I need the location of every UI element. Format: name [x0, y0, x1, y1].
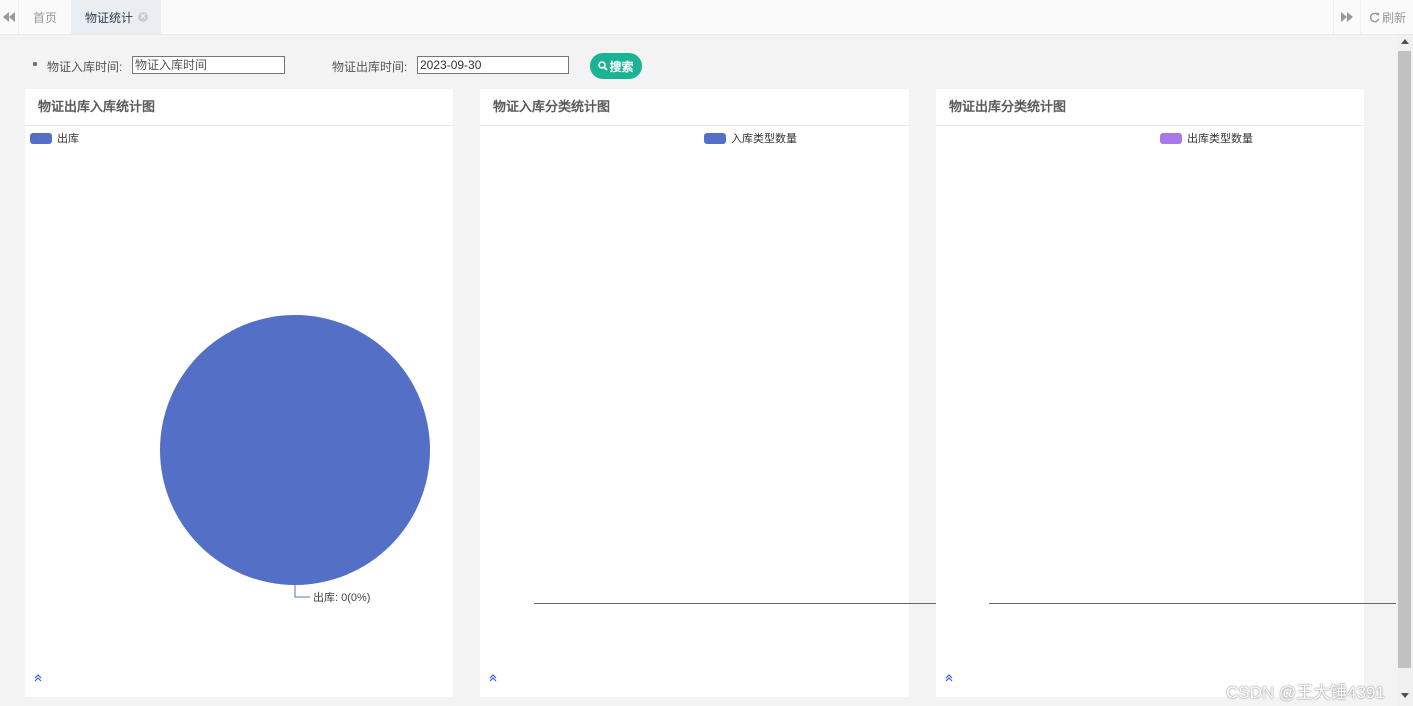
- double-up-arrow-icon[interactable]: [489, 674, 497, 685]
- legend-label: 出库类型数量: [1187, 133, 1253, 145]
- search-button-label: 搜索: [609, 59, 634, 74]
- tab-scroll-right-button[interactable]: [1333, 0, 1360, 34]
- refresh-label: 刷新: [1381, 10, 1406, 25]
- chart-axis-line: [989, 603, 1396, 604]
- legend-swatch: [704, 132, 726, 144]
- panel-title: 物证出库入库统计图: [25, 89, 453, 126]
- search-button[interactable]: 搜索: [590, 53, 642, 79]
- in-date-label: 物证入库时间:: [47, 60, 123, 74]
- pie-data-label: 出库: 0(0%): [313, 590, 370, 604]
- tab-home[interactable]: 首页: [19, 0, 71, 34]
- legend-label: 入库类型数量: [731, 133, 797, 145]
- panel-out-category-stats: 物证出库分类统计图 出库类型数量: [936, 89, 1364, 697]
- chart-legend[interactable]: 入库类型数量: [704, 130, 797, 146]
- panel-title: 物证出库分类统计图: [936, 89, 1364, 126]
- legend-swatch: [1160, 132, 1182, 144]
- double-up-arrow-icon[interactable]: [945, 674, 953, 685]
- tab-evidence-stats[interactable]: 物证统计 ✕: [71, 0, 161, 34]
- pie-label-line: [294, 585, 310, 598]
- panel-in-category-stats: 物证入库分类统计图 入库类型数量: [480, 89, 909, 697]
- tab-scroll-left-button[interactable]: [0, 0, 19, 34]
- chart-axis-line: [534, 603, 936, 604]
- close-icon[interactable]: ✕: [138, 12, 149, 22]
- tab-home-label: 首页: [33, 10, 58, 25]
- search-form: 物证入库时间: 物证出库时间: 搜索: [0, 52, 900, 79]
- search-icon: [598, 61, 609, 71]
- vertical-scrollbar[interactable]: [1397, 35, 1413, 706]
- double-up-arrow-icon[interactable]: [34, 674, 42, 685]
- list-bullet: [33, 62, 37, 66]
- pie-slice[interactable]: [160, 315, 430, 585]
- out-date-input[interactable]: [417, 56, 569, 74]
- pie-chart: 出库: 0(0%): [160, 315, 430, 604]
- refresh-button[interactable]: 刷新: [1360, 0, 1413, 34]
- tab-evidence-stats-label: 物证统计: [85, 10, 134, 25]
- scrollbar-thumb[interactable]: [1398, 51, 1411, 668]
- double-right-arrow-icon: [1341, 12, 1353, 22]
- in-date-input[interactable]: [132, 56, 285, 74]
- panel-title: 物证入库分类统计图: [480, 89, 909, 126]
- out-date-label: 物证出库时间:: [332, 60, 408, 74]
- panel-in-out-stats: 物证出库入库统计图 出库 出库: 0(0%): [25, 89, 453, 697]
- watermark: CSDN @王大锤4391: [1226, 683, 1385, 702]
- tab-bar: 首页 物证统计 ✕ 刷新: [0, 0, 1413, 35]
- double-left-arrow-icon: [3, 12, 15, 22]
- refresh-icon: [1369, 12, 1380, 22]
- chart-legend[interactable]: 出库类型数量: [1160, 130, 1253, 146]
- scroll-down-arrow-icon[interactable]: [1401, 693, 1409, 698]
- scroll-up-arrow-icon[interactable]: [1401, 39, 1409, 44]
